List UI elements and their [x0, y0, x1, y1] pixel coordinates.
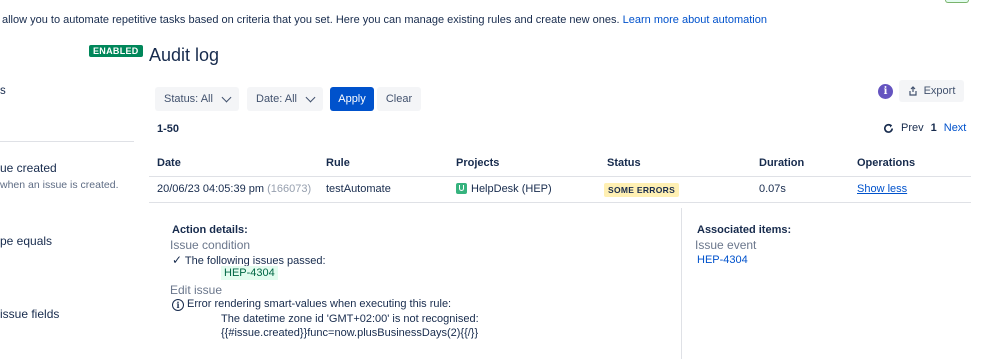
- column-header-rule: Rule: [326, 157, 350, 169]
- chevron-down-icon: [221, 92, 232, 103]
- condition-title: Issue condition: [170, 238, 251, 252]
- corner-tab: [945, 0, 969, 3]
- condition-issue-wrap: HEP-4304: [221, 266, 278, 280]
- row-rule: testAutomate: [326, 183, 391, 195]
- date-filter-dropdown[interactable]: Date: All: [247, 87, 323, 111]
- info-icon[interactable]: i: [878, 84, 893, 99]
- row-project-name: HelpDesk (HEP): [471, 183, 552, 195]
- sidebar-item-1[interactable]: s: [0, 85, 6, 97]
- show-less-link[interactable]: Show less: [857, 183, 907, 195]
- details-divider: [681, 208, 682, 359]
- action-details-heading: Action details:: [172, 224, 248, 236]
- apply-button[interactable]: Apply: [330, 87, 374, 111]
- page-title: Audit log: [149, 45, 220, 65]
- column-header-projects: Projects: [456, 157, 500, 169]
- next-link[interactable]: Next: [944, 122, 967, 134]
- export-button[interactable]: Export: [899, 80, 964, 102]
- row-operation: Show less: [857, 183, 907, 195]
- row-status: SOME ERRORS: [604, 183, 680, 197]
- export-label: Export: [923, 85, 956, 97]
- sidebar-item-label: s: [0, 85, 6, 97]
- associated-title: Issue event: [695, 238, 757, 252]
- column-header-duration: Duration: [759, 157, 805, 169]
- sidebar-item-label: pe equals: [0, 234, 53, 248]
- learn-more-link[interactable]: Learn more about automation: [623, 14, 767, 26]
- error-text: Error rendering smart-values when execut…: [187, 298, 452, 310]
- sidebar-item-label: issue fields: [0, 307, 60, 321]
- error-detail-1: The datetime zone id 'GMT+02:00' is not …: [221, 313, 479, 325]
- column-header-date: Date: [157, 157, 181, 169]
- condition-issue[interactable]: HEP-4304: [221, 266, 278, 280]
- error-detail-2: {{#issue.created}}func=now.plusBusinessD…: [221, 327, 479, 339]
- current-page: 1: [930, 122, 937, 134]
- project-icon: [456, 183, 467, 194]
- condition-result: ✓ The following issues passed:: [172, 253, 326, 267]
- edit-issue-title: Edit issue: [170, 283, 223, 297]
- sidebar-item-condition[interactable]: pe equals: [0, 234, 52, 248]
- column-header-status: Status: [607, 157, 641, 169]
- error-info-icon: i: [172, 299, 184, 311]
- pagination: Prev 1 Next: [883, 122, 966, 134]
- export-icon: [908, 86, 917, 96]
- intro-description: allow you to automate repetitive tasks b…: [2, 14, 620, 26]
- row-date: 20/06/23 04:05:39 pm (166073): [157, 183, 311, 195]
- status-filter-dropdown[interactable]: Status: All: [155, 87, 239, 111]
- prev-link[interactable]: Prev: [901, 122, 924, 134]
- sidebar-item-trigger[interactable]: ue created when an issue is created.: [0, 161, 118, 191]
- row-duration: 0.07s: [759, 183, 786, 195]
- row-date-value: 20/06/23 04:05:39 pm: [157, 183, 265, 195]
- sidebar-item-sub: when an issue is created.: [0, 179, 119, 191]
- header-divider: [149, 176, 971, 177]
- row-id: (166073): [267, 183, 312, 195]
- chevron-down-icon: [305, 92, 316, 103]
- associated-issue-link[interactable]: HEP-4304: [697, 254, 748, 266]
- clear-button[interactable]: Clear: [377, 87, 421, 111]
- result-range: 1-50: [157, 123, 180, 135]
- sidebar-item-action[interactable]: issue fields: [0, 307, 59, 321]
- date-filter-label: Date: All: [256, 93, 297, 105]
- sidebar-divider: [0, 141, 134, 142]
- column-header-operations: Operations: [857, 157, 916, 169]
- status-badge: SOME ERRORS: [604, 183, 680, 197]
- error-message: i Error rendering smart-values when execu…: [172, 298, 451, 311]
- associated-items-heading: Associated items:: [697, 224, 792, 236]
- refresh-icon[interactable]: [883, 123, 894, 134]
- row-project: HelpDesk (HEP): [456, 183, 552, 195]
- sidebar-item-label: ue created: [0, 161, 57, 175]
- status-filter-label: Status: All: [164, 93, 213, 105]
- check-icon: ✓: [172, 253, 183, 267]
- enabled-badge: ENABLED: [89, 45, 143, 57]
- row-divider: [149, 202, 971, 203]
- intro-text: allow you to automate repetitive tasks b…: [2, 14, 767, 26]
